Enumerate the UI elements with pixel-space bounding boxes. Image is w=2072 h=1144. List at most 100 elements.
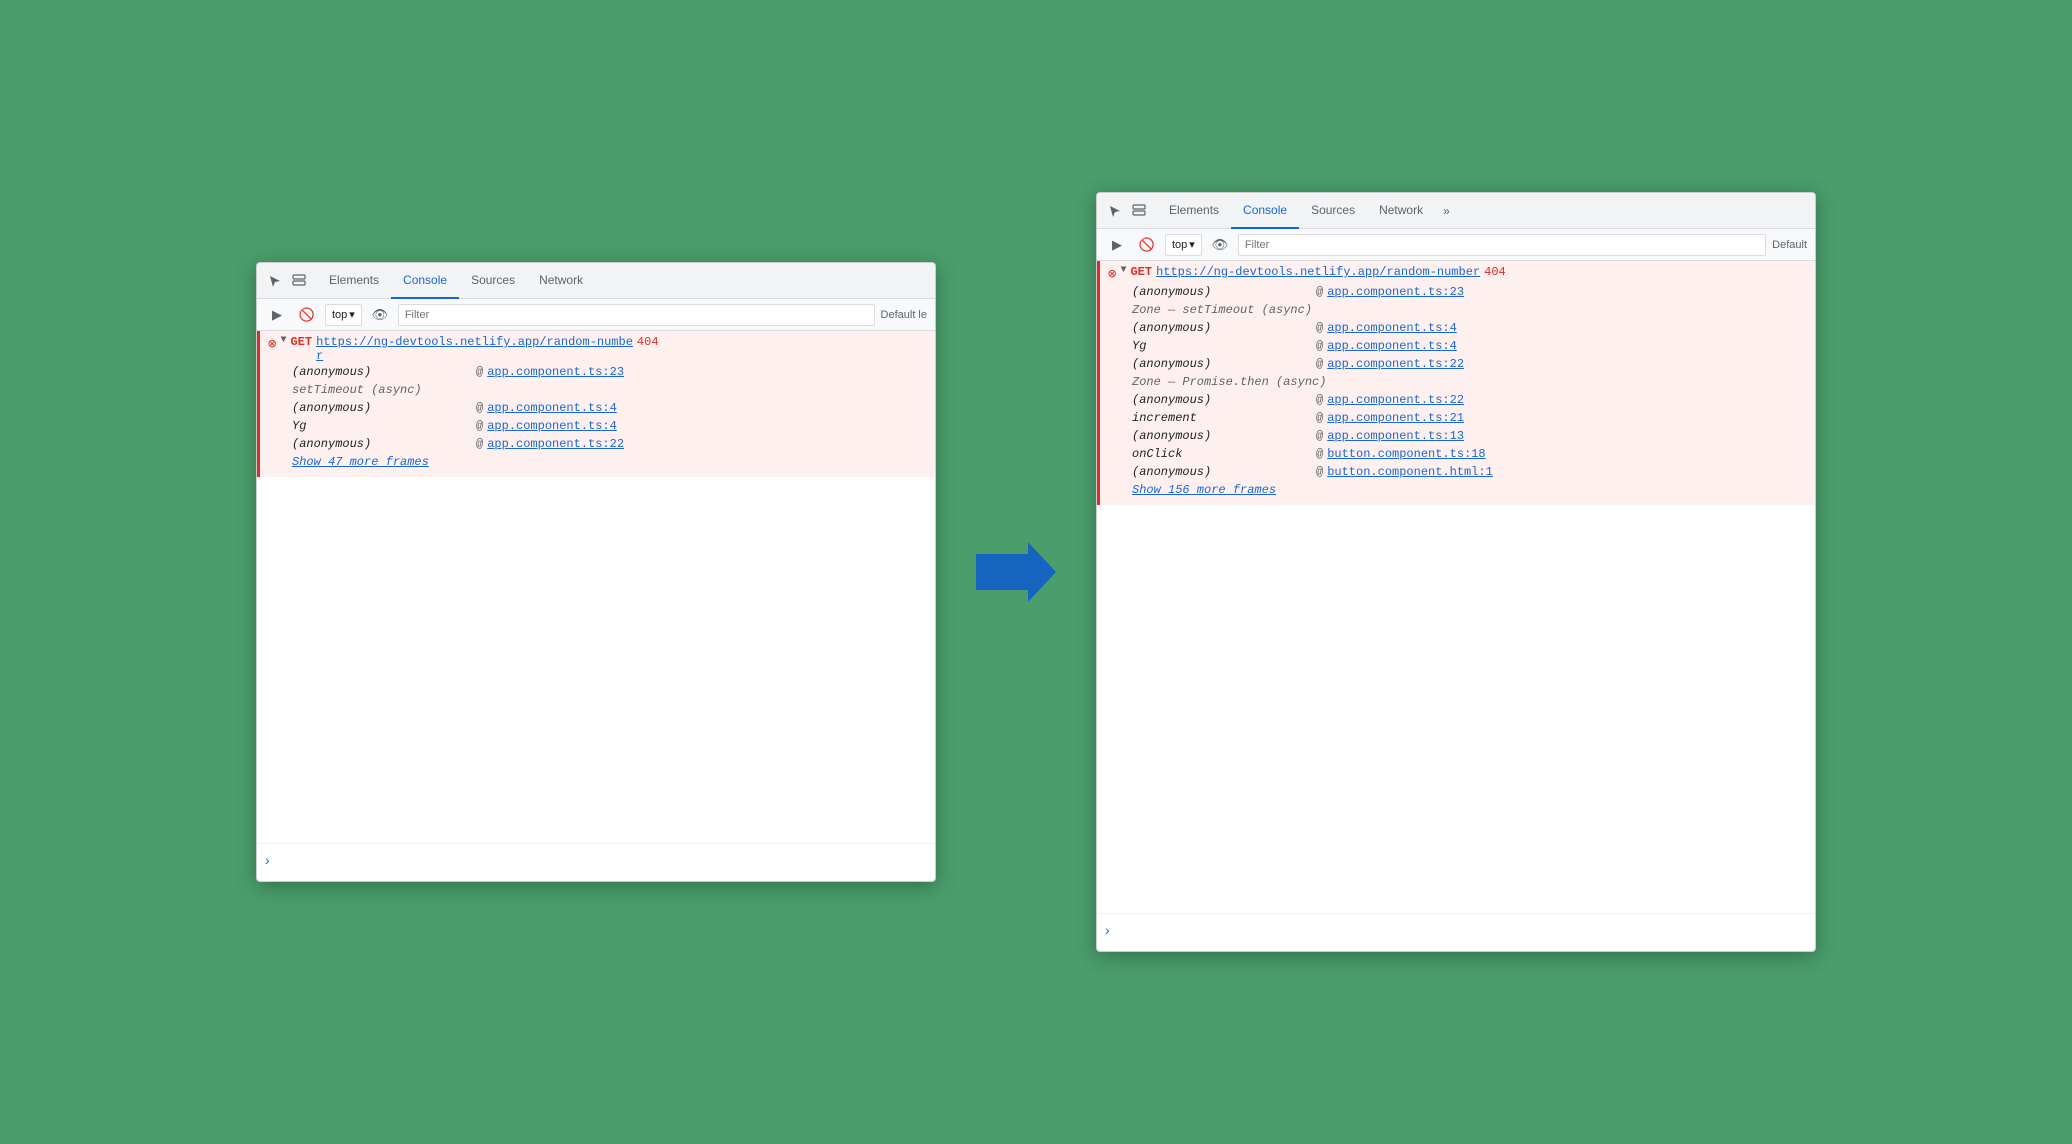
stack-frame-5-right: (anonymous) @ app.component.ts:22 xyxy=(1108,391,1807,409)
async-frame-zone-settimeout-right: Zone — setTimeout (async) xyxy=(1108,301,1807,319)
default-levels-left: Default le xyxy=(881,309,927,321)
tab-network-right[interactable]: Network xyxy=(1367,193,1435,229)
tab-icons-left xyxy=(265,271,309,291)
stack-frame-0-left: (anonymous) @ app.component.ts:23 xyxy=(268,363,927,381)
tab-bar-right: Elements Console Sources Network » xyxy=(1097,193,1815,229)
frame-location-7-right[interactable]: app.component.ts:13 xyxy=(1327,429,1464,443)
url-suffix-left: r xyxy=(316,349,323,363)
console-prompt-left: › xyxy=(257,843,935,876)
async-frame-zone-promise-right: Zone — Promise.then (async) xyxy=(1108,373,1807,391)
stack-frame-8-right: onClick @ button.component.ts:18 xyxy=(1108,445,1807,463)
tab-sources-left[interactable]: Sources xyxy=(459,263,527,299)
stack-frame-2-left: (anonymous) @ app.component.ts:4 xyxy=(268,399,927,417)
frame-name-5-right: (anonymous) xyxy=(1132,393,1312,407)
stack-frame-4-left: (anonymous) @ app.component.ts:22 xyxy=(268,435,927,453)
error-status-left: 404 xyxy=(637,335,659,349)
frame-location-3-right[interactable]: app.component.ts:4 xyxy=(1327,339,1457,353)
error-header-left: ⊗ ▼ GET https://ng-devtools.netlify.app/… xyxy=(268,335,927,363)
default-levels-right: Default xyxy=(1772,239,1807,251)
prompt-arrow-left: › xyxy=(265,852,270,868)
frame-name-8-right: onClick xyxy=(1132,447,1312,461)
frame-name-4-right: (anonymous) xyxy=(1132,357,1312,371)
stack-frame-6-right: increment @ app.component.ts:21 xyxy=(1108,409,1807,427)
clear-console-button-left[interactable]: 🚫 xyxy=(295,303,319,327)
get-method-right: GET xyxy=(1130,265,1152,279)
frame-name-0-left: (anonymous) xyxy=(292,365,472,379)
error-icon-left: ⊗ xyxy=(268,336,276,353)
show-more-left[interactable]: Show 47 more frames xyxy=(268,453,927,473)
frame-location-8-right[interactable]: button.component.ts:18 xyxy=(1327,447,1485,461)
context-selector-left[interactable]: top ▾ xyxy=(325,304,362,326)
context-selector-right[interactable]: top ▾ xyxy=(1165,234,1202,256)
devtools-panel-right: Elements Console Sources Network » ▶ 🚫 t… xyxy=(1096,192,1816,952)
frame-location-0-left[interactable]: app.component.ts:23 xyxy=(487,365,624,379)
tab-more-right[interactable]: » xyxy=(1435,198,1458,224)
frame-name-6-right: increment xyxy=(1132,411,1312,425)
run-script-button-right[interactable]: ▶ xyxy=(1105,233,1129,257)
stack-frame-4-right: (anonymous) @ app.component.ts:22 xyxy=(1108,355,1807,373)
get-method-left: GET xyxy=(290,335,312,349)
main-container: Elements Console Sources Network ▶ 🚫 top… xyxy=(216,152,1856,992)
prompt-arrow-right: › xyxy=(1105,922,1110,938)
filter-input-right[interactable] xyxy=(1238,234,1766,256)
stack-frame-3-right: Yg @ app.component.ts:4 xyxy=(1108,337,1807,355)
frame-location-6-right[interactable]: app.component.ts:21 xyxy=(1327,411,1464,425)
frame-name-3-right: Yg xyxy=(1132,339,1312,353)
error-icon-right: ⊗ xyxy=(1108,266,1116,283)
arrow-container xyxy=(976,542,1056,602)
stack-frame-3-left: Yg @ app.component.ts:4 xyxy=(268,417,927,435)
frame-location-9-right[interactable]: button.component.html:1 xyxy=(1327,465,1493,479)
error-url-right[interactable]: https://ng-devtools.netlify.app/random-n… xyxy=(1156,265,1480,279)
error-entry-left: ⊗ ▼ GET https://ng-devtools.netlify.app/… xyxy=(257,331,935,477)
error-entry-right: ⊗ ▼ GET https://ng-devtools.netlify.app/… xyxy=(1097,261,1815,505)
tab-icons-right xyxy=(1105,201,1149,221)
eye-button-right[interactable]: 👁 xyxy=(1208,233,1232,257)
stack-frame-7-right: (anonymous) @ app.component.ts:13 xyxy=(1108,427,1807,445)
toolbar-left: ▶ 🚫 top ▾ 👁 Default le xyxy=(257,299,935,331)
frame-location-2-right[interactable]: app.component.ts:4 xyxy=(1327,321,1457,335)
tab-console-right[interactable]: Console xyxy=(1231,193,1299,229)
expand-arrow-right[interactable]: ▼ xyxy=(1120,265,1126,276)
eye-button-left[interactable]: 👁 xyxy=(368,303,392,327)
frame-name-0-right: (anonymous) xyxy=(1132,285,1312,299)
error-url-left[interactable]: https://ng-devtools.netlify.app/random-n… xyxy=(316,335,633,363)
frame-location-5-right[interactable]: app.component.ts:22 xyxy=(1327,393,1464,407)
devtools-panel-left: Elements Console Sources Network ▶ 🚫 top… xyxy=(256,262,936,882)
frame-name-7-right: (anonymous) xyxy=(1132,429,1312,443)
frame-name-2-right: (anonymous) xyxy=(1132,321,1312,335)
expand-arrow-left[interactable]: ▼ xyxy=(280,335,286,346)
console-content-right: ⊗ ▼ GET https://ng-devtools.netlify.app/… xyxy=(1097,261,1815,913)
arrow-right-icon xyxy=(976,542,1056,602)
frame-name-3-left: Yg xyxy=(292,419,472,433)
frame-location-4-right[interactable]: app.component.ts:22 xyxy=(1327,357,1464,371)
console-content-left: ⊗ ▼ GET https://ng-devtools.netlify.app/… xyxy=(257,331,935,843)
layers-icon-right[interactable] xyxy=(1129,201,1149,221)
frame-name-9-right: (anonymous) xyxy=(1132,465,1312,479)
cursor-icon-right[interactable] xyxy=(1105,201,1125,221)
layers-icon-left[interactable] xyxy=(289,271,309,291)
tab-console-left[interactable]: Console xyxy=(391,263,459,299)
error-header-right: ⊗ ▼ GET https://ng-devtools.netlify.app/… xyxy=(1108,265,1807,283)
toolbar-right: ▶ 🚫 top ▾ 👁 Default xyxy=(1097,229,1815,261)
run-script-button-left[interactable]: ▶ xyxy=(265,303,289,327)
clear-console-button-right[interactable]: 🚫 xyxy=(1135,233,1159,257)
tab-elements-left[interactable]: Elements xyxy=(317,263,391,299)
frame-name-2-left: (anonymous) xyxy=(292,401,472,415)
stack-frame-2-right: (anonymous) @ app.component.ts:4 xyxy=(1108,319,1807,337)
console-prompt-right: › xyxy=(1097,913,1815,946)
frame-location-4-left[interactable]: app.component.ts:22 xyxy=(487,437,624,451)
tab-network-left[interactable]: Network xyxy=(527,263,595,299)
show-more-right[interactable]: Show 156 more frames xyxy=(1108,481,1807,501)
filter-input-left[interactable] xyxy=(398,304,875,326)
frame-name-4-left: (anonymous) xyxy=(292,437,472,451)
tab-bar-left: Elements Console Sources Network xyxy=(257,263,935,299)
tab-elements-right[interactable]: Elements xyxy=(1157,193,1231,229)
tab-sources-right[interactable]: Sources xyxy=(1299,193,1367,229)
stack-frame-0-right: (anonymous) @ app.component.ts:23 xyxy=(1108,283,1807,301)
cursor-icon-left[interactable] xyxy=(265,271,285,291)
error-status-right: 404 xyxy=(1484,265,1506,279)
stack-frame-9-right: (anonymous) @ button.component.html:1 xyxy=(1108,463,1807,481)
frame-location-3-left[interactable]: app.component.ts:4 xyxy=(487,419,617,433)
frame-location-0-right[interactable]: app.component.ts:23 xyxy=(1327,285,1464,299)
frame-location-2-left[interactable]: app.component.ts:4 xyxy=(487,401,617,415)
